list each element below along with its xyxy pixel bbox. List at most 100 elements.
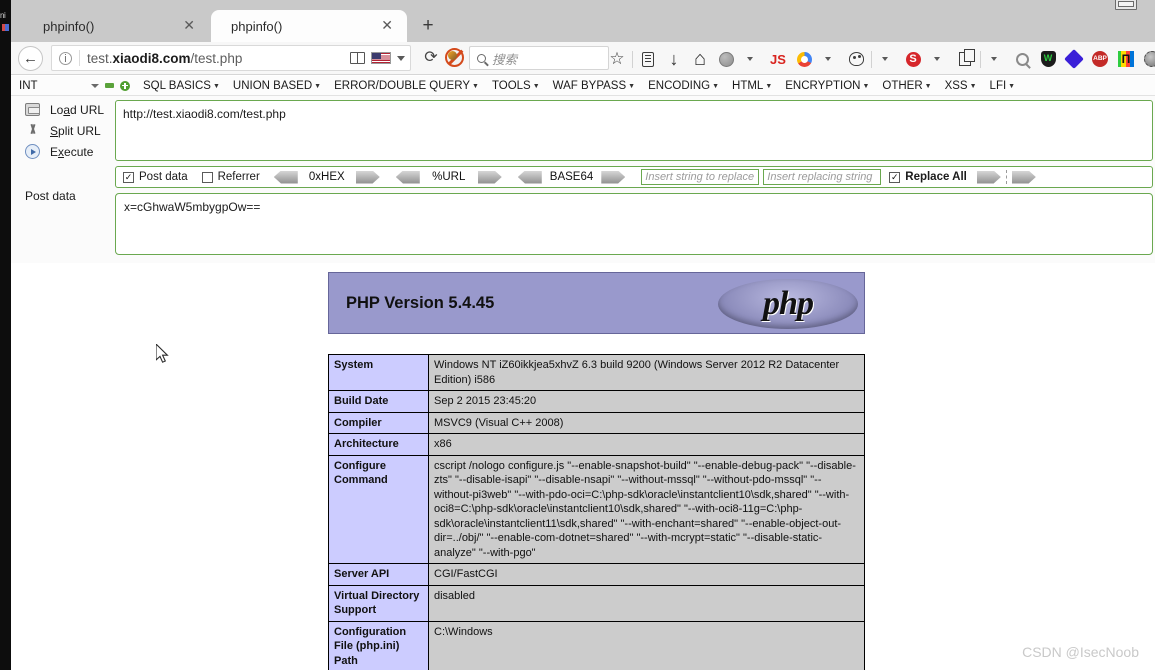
new-tab-button[interactable]: +	[417, 16, 439, 38]
divider	[632, 50, 633, 68]
chevron-down-icon: ▼	[472, 82, 479, 90]
language-flag-icon[interactable]	[371, 52, 391, 64]
hackbar-options-row: ✓ Post data Referrer 0xHEX %URL BASE64 I…	[115, 166, 1153, 188]
menu-other[interactable]: OTHER ▼	[882, 80, 931, 92]
noscript-icon[interactable]	[445, 48, 464, 67]
search-icon	[477, 53, 486, 63]
menu-waf-bypass[interactable]: WAF BYPASS ▼	[553, 80, 635, 92]
close-icon[interactable]: ✕	[183, 18, 195, 32]
javascript-toggle-icon[interactable]: JS	[765, 44, 791, 74]
menu-encryption[interactable]: ENCRYPTION ▼	[785, 80, 869, 92]
replace-with-input[interactable]: Insert replacing string	[763, 169, 882, 185]
chevron-down-icon: ▼	[765, 82, 773, 90]
checkbox-box[interactable]: ✓	[889, 171, 901, 183]
row-key: Architecture	[328, 433, 429, 456]
post-data-checkbox[interactable]: ✓ Post data	[123, 171, 188, 183]
browser-tab-2[interactable]: phpinfo() ✕	[211, 10, 407, 42]
red-s-icon[interactable]	[900, 44, 926, 74]
menu-encoding[interactable]: ENCODING ▼	[648, 80, 719, 92]
back-button[interactable]: ←	[18, 46, 43, 71]
replace-apply-button[interactable]	[976, 170, 1001, 184]
table-row: Architecture x86	[328, 433, 865, 456]
reading-list-icon[interactable]	[635, 44, 661, 74]
menu-xss[interactable]: XSS ▼	[945, 80, 977, 92]
menu-sql-basics[interactable]: SQL BASICS ▼	[143, 80, 220, 92]
globe-icon[interactable]	[713, 44, 739, 74]
red-s-chevron-down-icon[interactable]	[926, 44, 952, 74]
replace-all-label: Replace All	[905, 171, 967, 183]
downloads-icon[interactable]	[661, 44, 687, 74]
divider	[1005, 170, 1007, 184]
execute-button[interactable]: Execute	[25, 142, 93, 161]
row-value: x86	[428, 433, 865, 456]
close-icon[interactable]: ✕	[381, 18, 393, 32]
replace-all-checkbox[interactable]: ✓ Replace All	[889, 171, 967, 183]
replace-find-input[interactable]: Insert string to replace	[641, 169, 760, 185]
encode-hex-button[interactable]	[355, 170, 380, 184]
site-info-icon[interactable]: i	[59, 51, 72, 65]
split-url-button[interactable]: Split URL	[25, 121, 101, 140]
encoder-base64: BASE64	[517, 170, 626, 184]
hackbar-type-select[interactable]: INT	[19, 78, 99, 94]
home-icon[interactable]	[687, 44, 713, 74]
menu-error-double-query[interactable]: ERROR/DOUBLE QUERY ▼	[334, 80, 479, 92]
reader-mode-icon[interactable]	[350, 52, 365, 64]
zoom-icon[interactable]	[1009, 44, 1035, 74]
execute-label: Execute	[50, 144, 94, 159]
reload-button[interactable]: ⟳	[419, 46, 443, 70]
bookmark-star-icon[interactable]	[604, 44, 630, 74]
diamond-icon[interactable]	[1061, 44, 1087, 74]
address-bar[interactable]: i test.xiaodi8.com/test.php	[51, 45, 411, 71]
menu-label: ENCODING	[648, 79, 711, 92]
proxy-icon[interactable]	[1113, 44, 1139, 74]
search-input[interactable]: 搜索	[469, 46, 609, 70]
decode-base64-button[interactable]	[517, 170, 542, 184]
decode-url-button[interactable]	[395, 170, 420, 184]
collapse-button[interactable]	[105, 83, 114, 88]
load-url-button[interactable]: Load URL	[25, 100, 104, 119]
add-button[interactable]	[120, 80, 130, 91]
window-restore-button[interactable]	[1115, 0, 1137, 10]
url-textarea[interactable]: http://test.xiaodi8.com/test.php	[115, 100, 1153, 161]
menu-union-based[interactable]: UNION BASED ▼	[233, 80, 321, 92]
page-copy-chevron-down-icon[interactable]	[983, 44, 1009, 74]
chevron-down-icon: ▼	[314, 82, 322, 90]
browser-tab-1[interactable]: phpinfo() ✕	[25, 10, 205, 42]
chrome-icon[interactable]	[791, 44, 817, 74]
globe-chevron-down-icon[interactable]	[739, 44, 765, 74]
menu-lfi[interactable]: LFI ▼	[990, 80, 1016, 92]
address-bar-actions	[350, 52, 410, 64]
menu-html[interactable]: HTML ▼	[732, 80, 772, 92]
checkbox-box[interactable]	[201, 171, 213, 183]
post-data-textarea[interactable]: x=cGhwaW5mbygpOw==	[115, 193, 1153, 255]
background-window-text: ni	[0, 11, 6, 20]
menu-label: ERROR/DOUBLE QUERY	[334, 79, 470, 92]
tab-title: phpinfo()	[43, 18, 95, 34]
checkbox-box[interactable]: ✓	[123, 171, 134, 183]
search-placeholder: 搜索	[492, 52, 518, 67]
split-url-label: Split URL	[50, 123, 101, 138]
menu-tools[interactable]: TOOLS ▼	[492, 80, 540, 92]
encode-base64-button[interactable]	[601, 170, 626, 184]
encode-url-button[interactable]	[477, 170, 502, 184]
chevron-down-icon: ▼	[924, 82, 932, 90]
wot-shield-icon[interactable]	[1035, 44, 1061, 74]
extension-toolbar: JS	[604, 44, 1155, 74]
decode-hex-button[interactable]	[273, 170, 298, 184]
chrome-chevron-down-icon[interactable]	[817, 44, 843, 74]
row-key: Virtual Directory Support	[328, 584, 429, 622]
divider	[871, 50, 872, 68]
settings-gear-icon[interactable]	[1139, 44, 1155, 74]
load-url-label: Load URL	[50, 102, 105, 117]
page-copy-icon[interactable]	[952, 44, 978, 74]
palette-icon[interactable]	[843, 44, 869, 74]
row-value: MSVC9 (Visual C++ 2008)	[428, 411, 865, 435]
palette-chevron-down-icon[interactable]	[874, 44, 900, 74]
replace-apply-all-button[interactable]	[1011, 170, 1036, 184]
referrer-checkbox[interactable]: Referrer	[201, 171, 260, 183]
chevron-down-icon[interactable]	[397, 55, 405, 61]
row-key: System	[328, 353, 429, 392]
hackbar-actions: Load URL Split URL Execute Post data	[11, 96, 111, 263]
adblock-plus-icon[interactable]	[1087, 44, 1113, 74]
browser-window: ni phpinfo() ✕ phpinfo() ✕ + ← i test.xi…	[0, 0, 1155, 670]
